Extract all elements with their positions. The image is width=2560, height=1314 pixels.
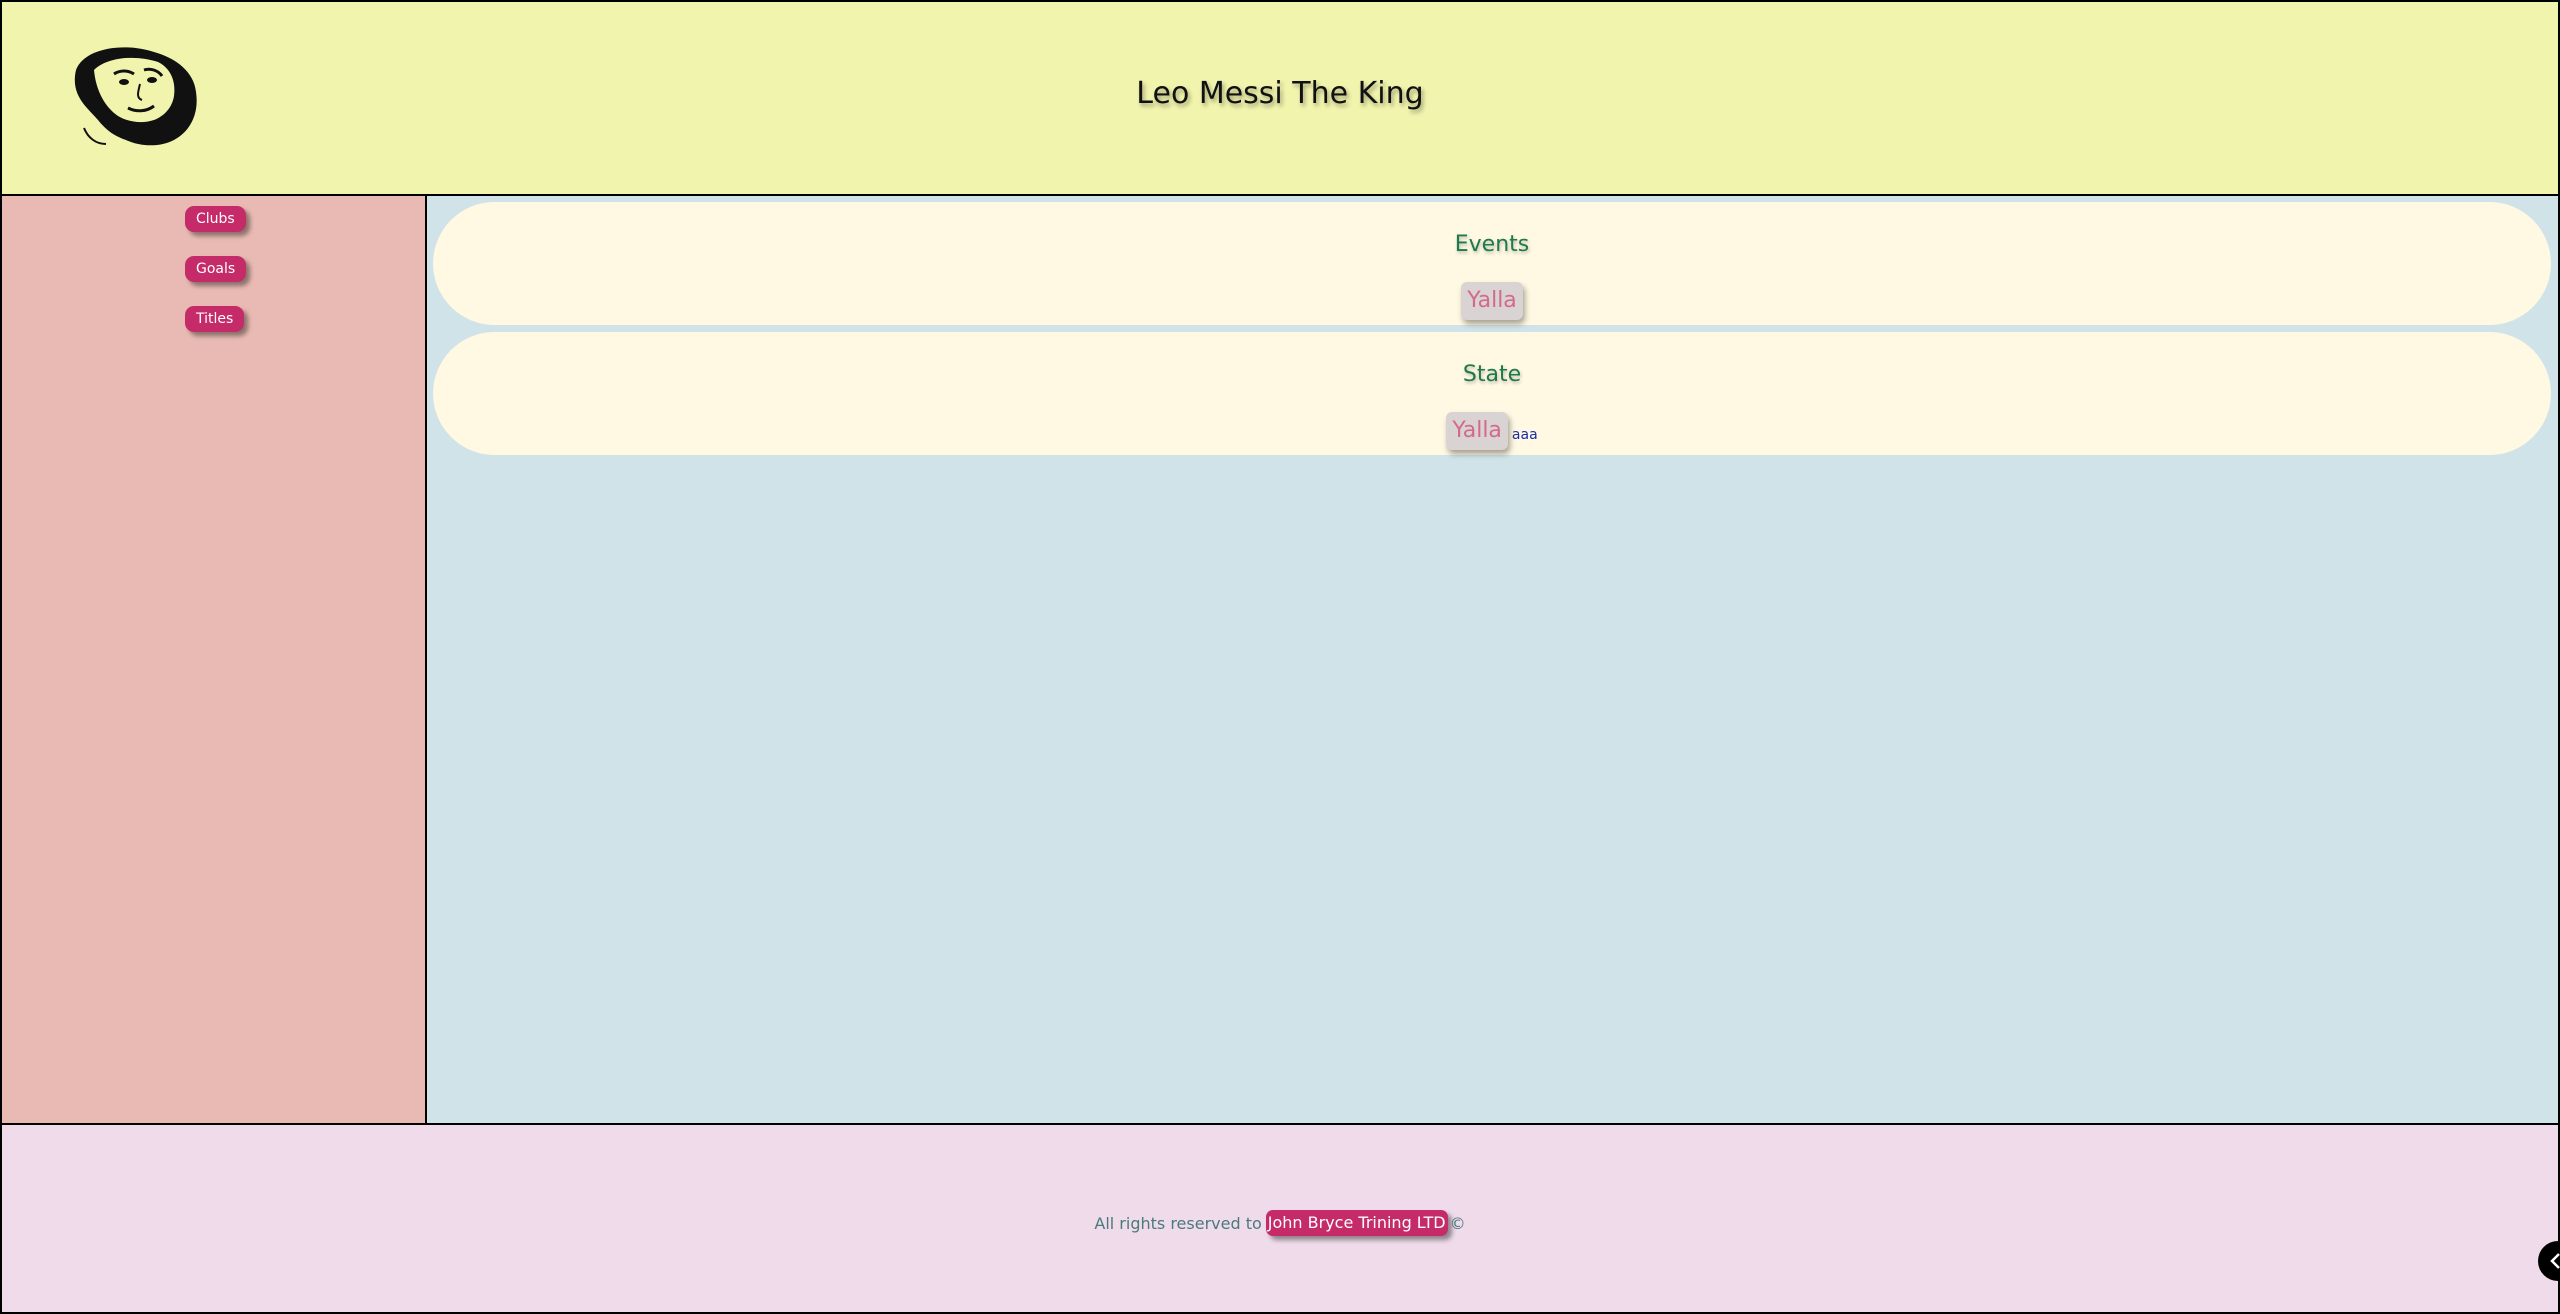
company-link[interactable]: John Bryce Trining LTD (1265, 1210, 1448, 1236)
site-title: Leo Messi The King (1136, 76, 1424, 111)
footer: All rights reserved to John Bryce Trinin… (0, 1125, 2560, 1314)
state-card-actions: Yalla aaa (433, 412, 2551, 450)
state-card-title: State (1462, 362, 1522, 387)
state-aaa-link[interactable]: aaa (1512, 426, 1538, 450)
sidebar-item-titles[interactable]: Titles (185, 306, 245, 332)
events-card-actions: Yalla (433, 282, 2551, 320)
events-card: Events Yalla (433, 202, 2551, 325)
state-card: State Yalla aaa (433, 332, 2551, 455)
chevron-left-icon (2550, 1253, 2560, 1269)
copyright-symbol: © (1449, 1213, 1466, 1233)
events-yalla-button[interactable]: Yalla (1461, 282, 1523, 320)
sidebar-item-clubs[interactable]: Clubs (185, 206, 246, 232)
main-content: Events Yalla State Yalla aaa (427, 196, 2560, 1125)
events-card-title: Events (1454, 232, 1530, 257)
sidebar-item-goals[interactable]: Goals (185, 256, 247, 282)
copyright-line: All rights reserved to John Bryce Trinin… (2, 1210, 2558, 1236)
header: Leo Messi The King (0, 0, 2560, 196)
copyright-prefix: All rights reserved to (1094, 1213, 1262, 1233)
state-yalla-button[interactable]: Yalla (1446, 412, 1508, 450)
sidebar: Clubs Goals Titles (0, 196, 427, 1125)
